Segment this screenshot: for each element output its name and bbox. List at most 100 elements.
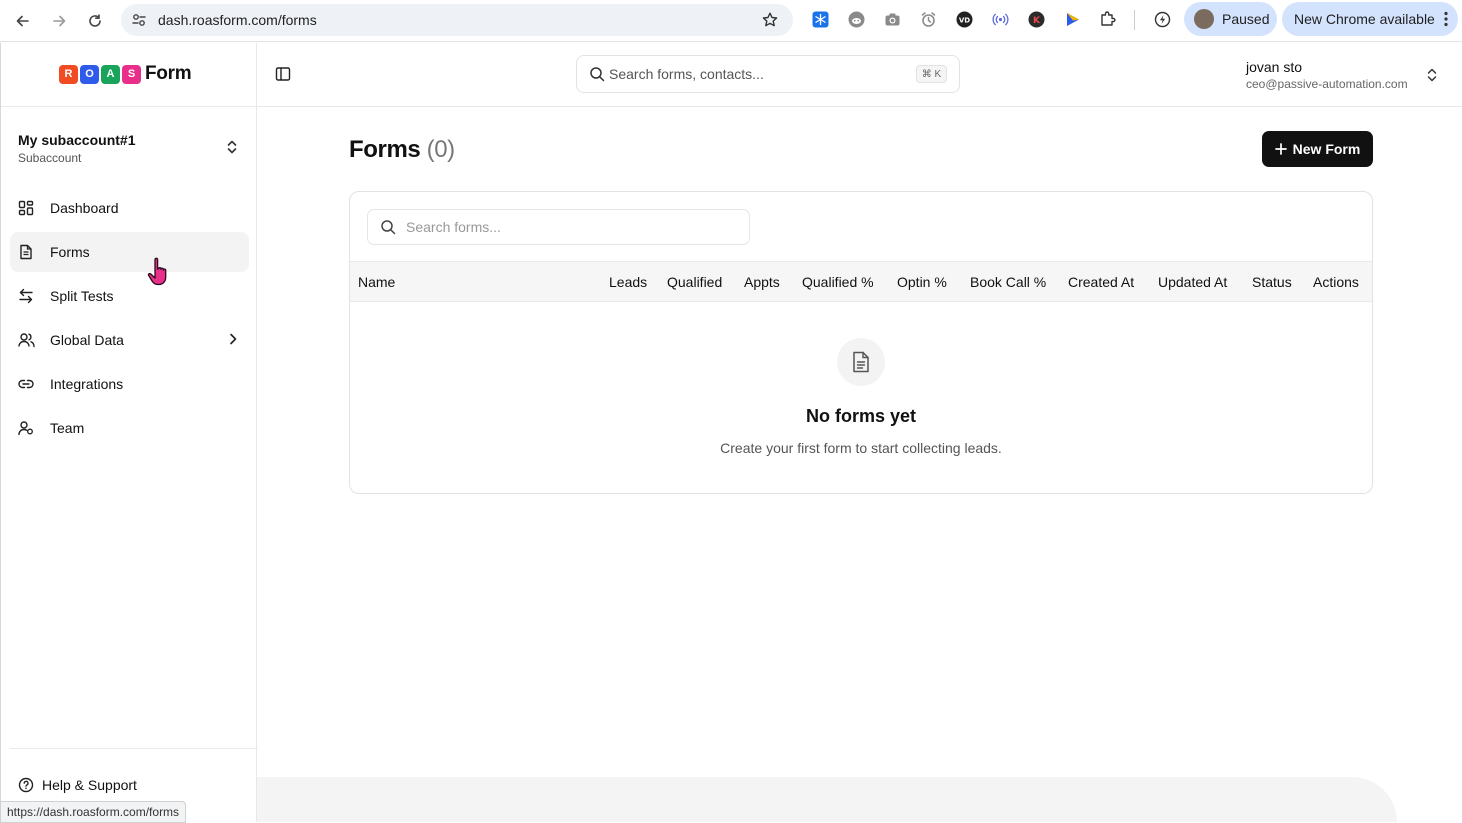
sidebar-item-split-tests[interactable]: Split Tests bbox=[10, 276, 249, 316]
link-status-bubble: https://dash.roasform.com/forms bbox=[0, 801, 187, 823]
forms-count: (0) bbox=[426, 136, 456, 163]
user-menu[interactable]: jovan sto ceo@passive-automation.com bbox=[1246, 59, 1408, 91]
column-header-updated-at[interactable]: Updated At bbox=[1158, 274, 1227, 290]
logo-tile: R bbox=[59, 64, 78, 84]
empty-state-subtitle: Create your first form to start collecti… bbox=[720, 440, 1002, 456]
account-switcher[interactable]: My subaccount#1 Subaccount bbox=[18, 132, 135, 165]
sidebar-item-label: Forms bbox=[50, 244, 90, 260]
sidebar-item-dashboard[interactable]: Dashboard bbox=[10, 188, 249, 228]
sidebar-item-label: Global Data bbox=[50, 332, 124, 348]
column-header-name[interactable]: Name bbox=[358, 274, 395, 290]
extension-vd-icon[interactable]: VD bbox=[955, 10, 973, 28]
column-header-status[interactable]: Status bbox=[1252, 274, 1292, 290]
sidebar-toggle-icon[interactable] bbox=[275, 66, 291, 82]
sidebar-item-team[interactable]: Team bbox=[10, 408, 249, 448]
logo-tile: A bbox=[101, 64, 120, 84]
profile-button[interactable]: Paused bbox=[1184, 2, 1277, 36]
address-url[interactable]: dash.roasform.com/forms bbox=[158, 12, 317, 28]
address-bar[interactable]: dash.roasform.com/forms bbox=[121, 4, 793, 36]
user-name: jovan sto bbox=[1246, 59, 1303, 75]
table-header: Name Leads Qualified Appts Qualified % O… bbox=[350, 261, 1372, 302]
kebab-menu-icon[interactable] bbox=[1444, 11, 1448, 27]
users-icon bbox=[18, 332, 36, 348]
global-search-placeholder: Search forms, contacts... bbox=[609, 66, 764, 82]
sidebar-item-label: Team bbox=[50, 420, 85, 436]
svg-text:VD: VD bbox=[958, 16, 969, 24]
user-team-icon bbox=[18, 420, 36, 436]
help-support-label: Help & Support bbox=[42, 777, 137, 793]
bookmark-star-icon[interactable] bbox=[761, 11, 779, 29]
svg-text:K: K bbox=[1033, 16, 1041, 26]
new-form-button[interactable]: New Form bbox=[1262, 131, 1373, 167]
sidebar-item-label: Dashboard bbox=[50, 200, 119, 216]
sidebar-item-global-data[interactable]: Global Data bbox=[10, 320, 249, 360]
empty-state-document-icon bbox=[837, 338, 885, 386]
help-support-link[interactable]: Help & Support bbox=[18, 777, 137, 793]
forward-arrow-icon[interactable] bbox=[46, 8, 72, 34]
extension-k-icon[interactable]: K bbox=[1027, 10, 1045, 28]
hand-pointer-cursor-icon bbox=[146, 256, 174, 288]
sidebar-item-integrations[interactable]: Integrations bbox=[10, 364, 249, 404]
plus-icon bbox=[1274, 143, 1287, 155]
reload-icon[interactable] bbox=[82, 8, 108, 34]
forms-search-field[interactable] bbox=[367, 209, 750, 245]
extension-reddit-icon[interactable] bbox=[847, 10, 865, 28]
app-header: Search forms, contacts... ⌘ K jovan sto … bbox=[257, 43, 1462, 107]
account-type: Subaccount bbox=[18, 151, 82, 165]
new-form-label: New Form bbox=[1292, 141, 1361, 157]
chevron-up-down-icon[interactable] bbox=[225, 139, 239, 155]
performance-bolt-icon[interactable] bbox=[1153, 10, 1171, 28]
empty-state-title: No forms yet bbox=[805, 406, 917, 426]
help-circle-icon bbox=[18, 777, 34, 793]
extension-broadcast-icon[interactable] bbox=[991, 10, 1009, 28]
document-icon bbox=[18, 244, 36, 260]
logo-tile: S bbox=[122, 64, 141, 84]
global-search-input[interactable]: Search forms, contacts... ⌘ K bbox=[576, 55, 960, 93]
logo-word: Form bbox=[145, 63, 192, 84]
column-header-appts[interactable]: Appts bbox=[744, 274, 780, 290]
extensions-puzzle-icon[interactable] bbox=[1099, 10, 1117, 28]
column-header-leads[interactable]: Leads bbox=[609, 274, 647, 290]
forms-search-input[interactable] bbox=[406, 219, 726, 235]
profile-status: Paused bbox=[1222, 11, 1270, 27]
column-header-qualified[interactable]: Qualified bbox=[667, 274, 722, 290]
site-settings-icon[interactable] bbox=[130, 11, 148, 29]
shortcut-hint: ⌘ K bbox=[916, 65, 947, 83]
profile-avatar bbox=[1194, 9, 1214, 29]
sidebar-item-label: Integrations bbox=[50, 376, 124, 392]
chrome-update-button[interactable]: New Chrome available bbox=[1282, 2, 1458, 36]
sidebar: R O A S Form My subaccount#1 Subaccount … bbox=[0, 43, 258, 822]
column-header-optin-pct[interactable]: Optin % bbox=[897, 274, 947, 290]
extension-camera-icon[interactable] bbox=[883, 10, 901, 28]
sidebar-item-forms[interactable]: Forms bbox=[10, 232, 249, 272]
page-title: Forms (0) bbox=[349, 136, 455, 164]
search-icon bbox=[589, 66, 605, 82]
extension-snowflake-icon[interactable] bbox=[811, 10, 829, 28]
toolbar-divider bbox=[1134, 10, 1135, 30]
forms-table-card: Name Leads Qualified Appts Qualified % O… bbox=[349, 191, 1373, 494]
user-email: ceo@passive-automation.com bbox=[1246, 77, 1408, 91]
link-icon bbox=[18, 376, 36, 392]
column-header-created-at[interactable]: Created At bbox=[1068, 274, 1134, 290]
chrome-update-label: New Chrome available bbox=[1294, 11, 1435, 27]
browser-toolbar: dash.roasform.com/forms VD K Paused New … bbox=[0, 0, 1462, 42]
extension-alarm-icon[interactable] bbox=[919, 10, 937, 28]
roasform-logo[interactable]: R O A S Form bbox=[59, 63, 192, 85]
search-icon bbox=[380, 219, 396, 235]
footer-band bbox=[257, 777, 1397, 822]
page-title-text: Forms bbox=[349, 136, 421, 163]
arrows-swap-icon bbox=[18, 288, 36, 304]
account-name: My subaccount#1 bbox=[18, 132, 136, 148]
back-arrow-icon[interactable] bbox=[10, 8, 36, 34]
column-header-book-call-pct[interactable]: Book Call % bbox=[970, 274, 1046, 290]
logo-tile: O bbox=[80, 64, 99, 84]
column-header-actions: Actions bbox=[1313, 274, 1359, 290]
extension-play-icon[interactable] bbox=[1063, 10, 1081, 28]
sidebar-divider bbox=[10, 748, 258, 749]
chevron-right-icon bbox=[229, 333, 237, 345]
sidebar-divider bbox=[1, 106, 257, 107]
column-header-qualified-pct[interactable]: Qualified % bbox=[802, 274, 874, 290]
dashboard-grid-icon bbox=[18, 200, 36, 216]
sidebar-item-label: Split Tests bbox=[50, 288, 114, 304]
chevron-up-down-icon[interactable] bbox=[1426, 67, 1438, 83]
